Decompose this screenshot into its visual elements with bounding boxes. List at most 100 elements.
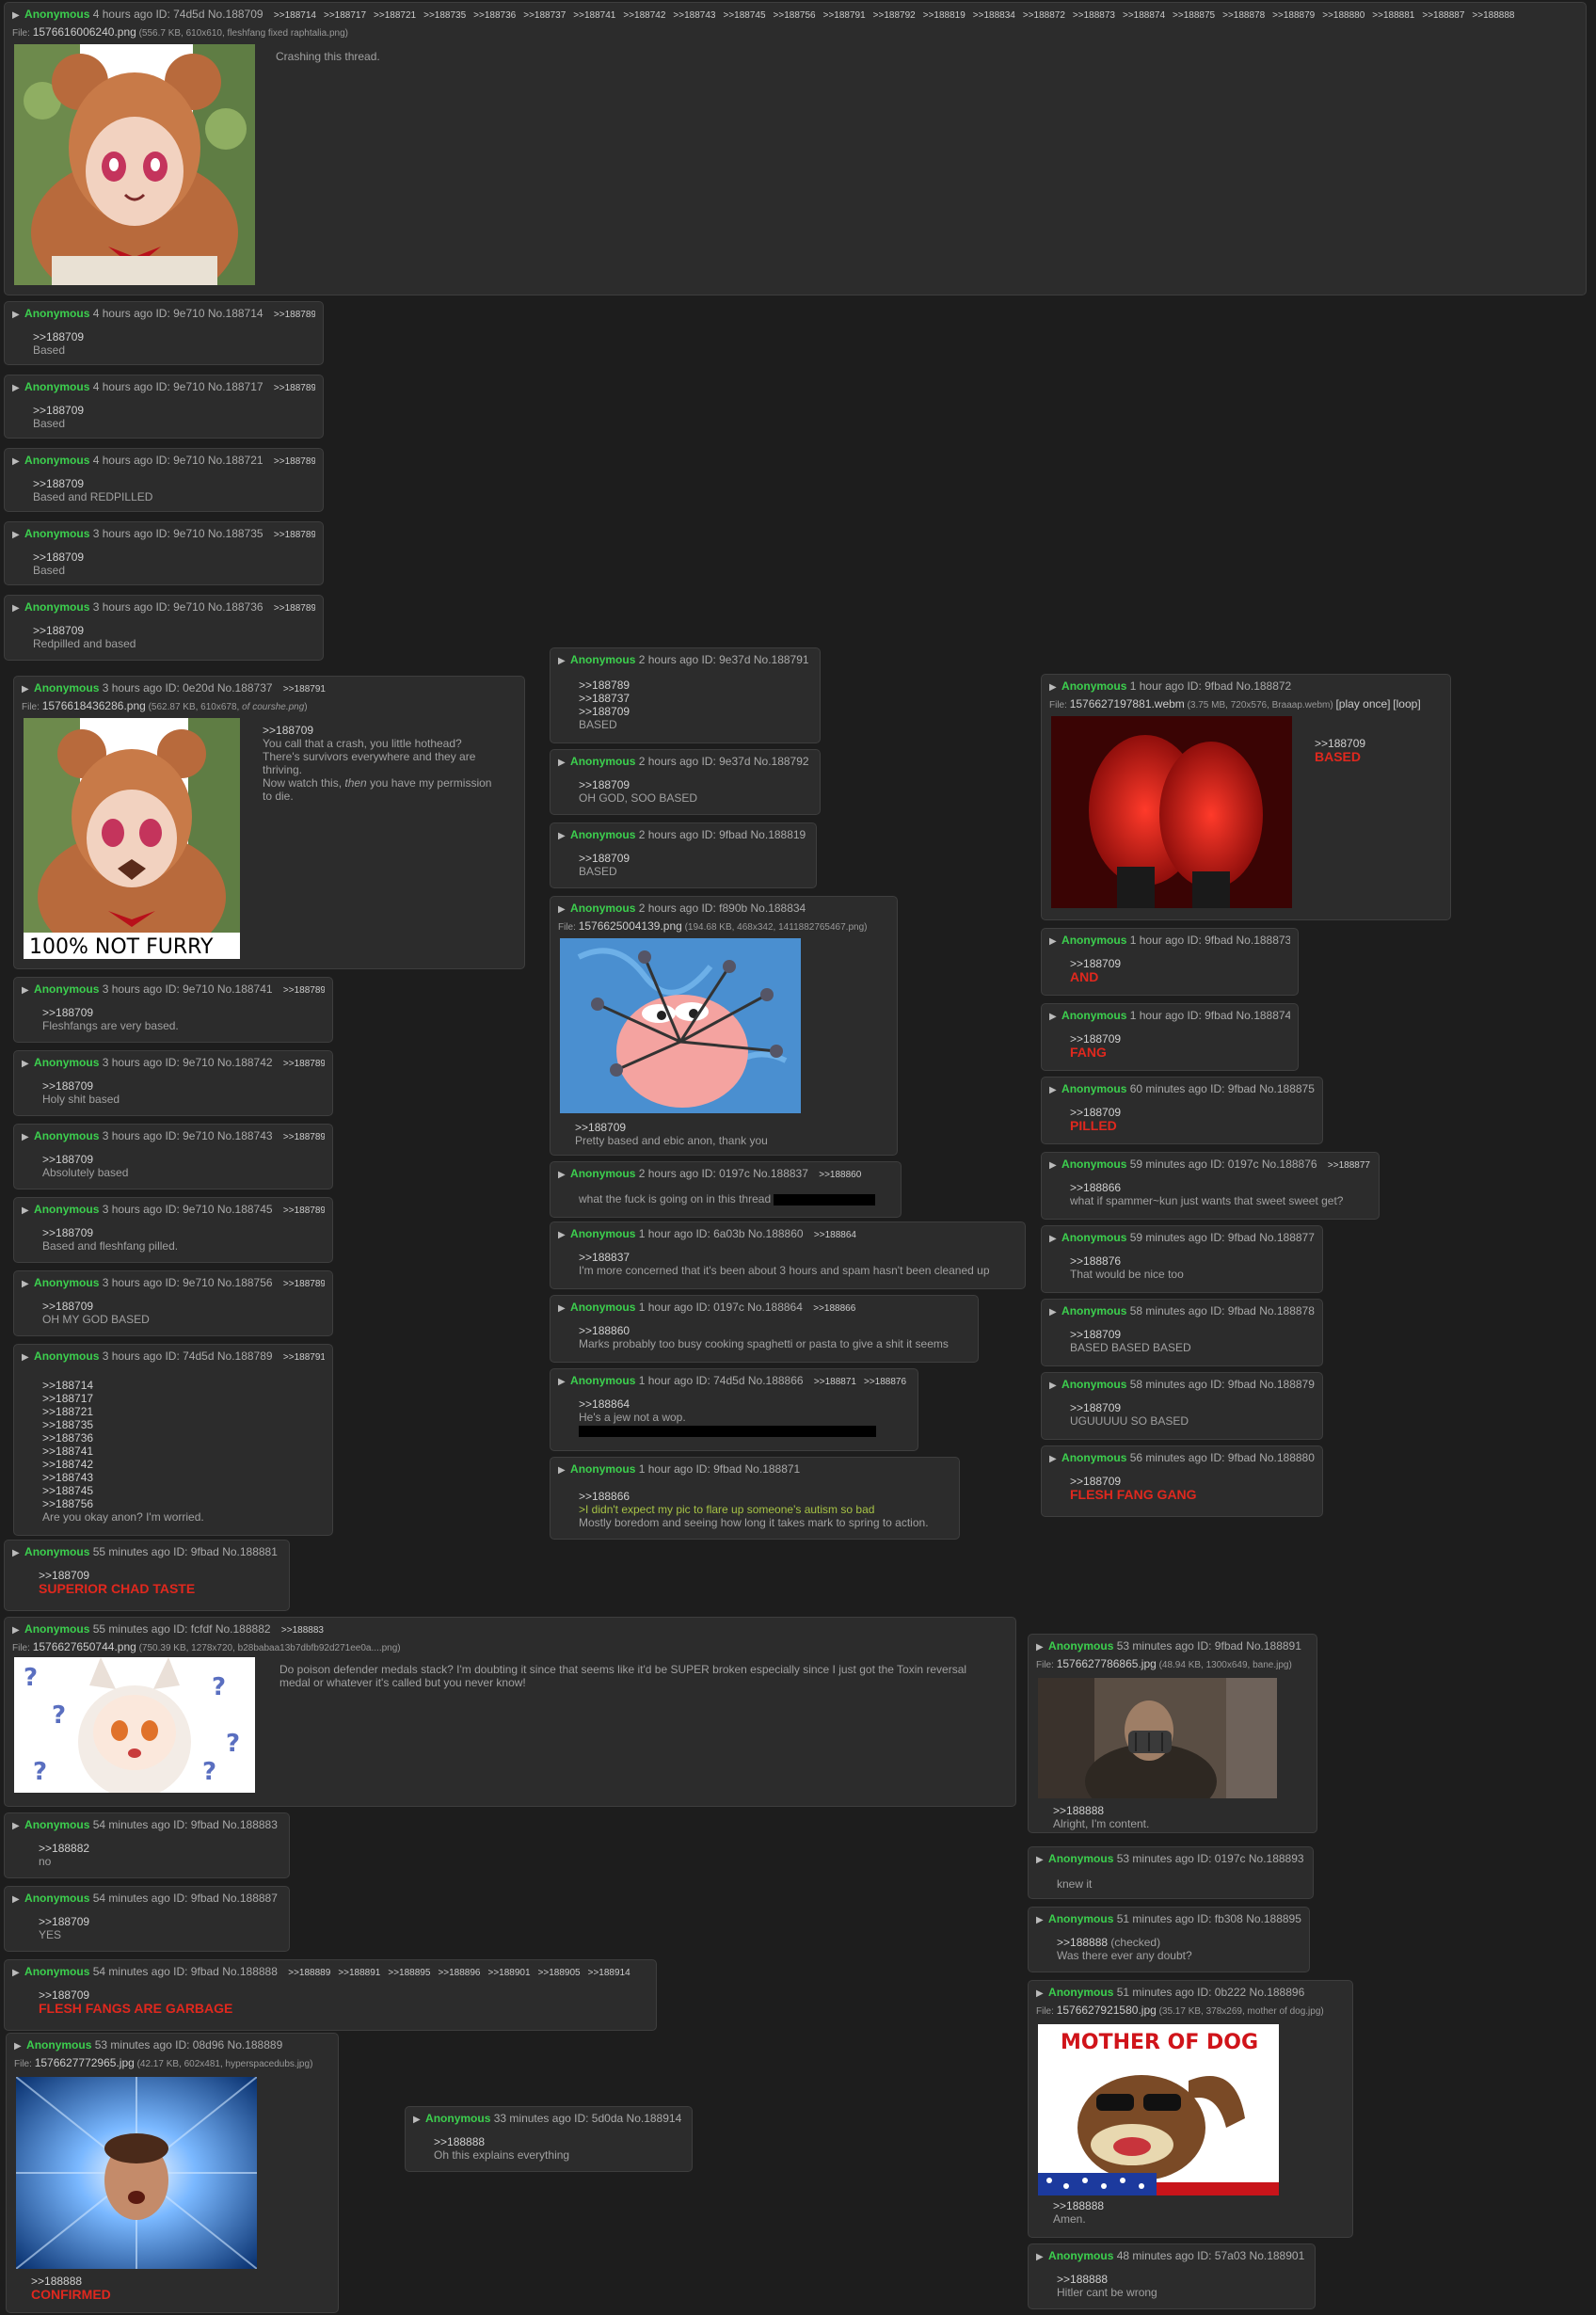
reply-link[interactable]: >>188735 (423, 10, 466, 21)
reply-link[interactable]: >>188880 (1322, 10, 1365, 21)
quote-link[interactable]: >>188866 (579, 1490, 951, 1503)
quote-link[interactable]: >>188709 (1070, 1106, 1315, 1119)
reply-link[interactable]: >>188791 (283, 684, 326, 694)
expand-triangle-icon[interactable]: ▶ (1036, 1988, 1044, 1999)
post-number[interactable]: No.188877 (1259, 1231, 1315, 1244)
quote-link[interactable]: >>188888 (1053, 2199, 1104, 2212)
reply-link[interactable]: >>188789 (274, 456, 315, 467)
reply-link[interactable]: >>188789 (274, 603, 315, 614)
post-number[interactable]: No.188881 (222, 1545, 278, 1558)
expand-triangle-icon[interactable]: ▶ (22, 1279, 29, 1289)
quote-link[interactable]: >>188888 (31, 2275, 111, 2288)
quote-link[interactable]: >>188864 (579, 1397, 910, 1411)
quote-link[interactable]: >>188709 (1070, 1032, 1290, 1046)
quote-link[interactable]: >>188709 (579, 778, 812, 791)
expand-triangle-icon[interactable]: ▶ (1049, 682, 1057, 693)
reply-link[interactable]: >>188879 (1272, 10, 1315, 21)
reply-link[interactable]: >>188791 (283, 1352, 325, 1363)
expand-triangle-icon[interactable]: ▶ (558, 1303, 566, 1314)
reply-link[interactable]: >>188876 (864, 1377, 906, 1387)
play-once-link[interactable]: [play once] (1335, 697, 1390, 710)
quote-link[interactable]: >>188860 (579, 1324, 970, 1337)
poster-id[interactable]: ID: 74d5d (155, 8, 204, 21)
expand-triangle-icon[interactable]: ▶ (1049, 1307, 1057, 1317)
post-number[interactable]: No.188872 (1237, 679, 1292, 693)
quote-link[interactable]: >>188743 (42, 1471, 325, 1484)
quote-link[interactable]: >>188709 (33, 477, 315, 490)
post-number[interactable]: No.188819 (751, 828, 806, 841)
reply-link[interactable]: >>188736 (473, 10, 516, 21)
expand-triangle-icon[interactable]: ▶ (1036, 1915, 1044, 1925)
reply-link[interactable]: >>188717 (324, 10, 366, 21)
op-image-raphtalia[interactable] (14, 44, 255, 285)
quote-link[interactable]: >>188709 (33, 624, 315, 637)
raphtalia-not-furry-image[interactable]: 100% NOT FURRY (24, 718, 240, 959)
webm-thumbnail[interactable] (1051, 716, 1292, 908)
reply-link[interactable]: >>188864 (814, 1230, 856, 1240)
expand-triangle-icon[interactable]: ▶ (1049, 1454, 1057, 1464)
post-number[interactable]: No.188876 (1262, 1158, 1317, 1171)
post-number[interactable]: No.188896 (1250, 1986, 1305, 1999)
quote-link[interactable]: >>188709 (39, 1915, 281, 1928)
quote-link[interactable]: >>188888 (434, 2135, 684, 2148)
reply-link[interactable]: >>188883 (281, 1625, 324, 1636)
reply-link[interactable]: >>188877 (1328, 1160, 1370, 1171)
reply-link[interactable]: >>188895 (388, 1968, 430, 1978)
expand-triangle-icon[interactable]: ▶ (558, 904, 566, 915)
quote-link[interactable]: >>188709 (42, 1226, 325, 1239)
post-number[interactable]: No.188742 (217, 1056, 273, 1069)
quote-link[interactable]: >>188709 (575, 1121, 768, 1134)
quote-link[interactable]: >>188709 (42, 1006, 325, 1019)
post-number[interactable]: No.188737 (217, 681, 273, 694)
expand-triangle-icon[interactable]: ▶ (12, 310, 20, 320)
expand-triangle-icon[interactable]: ▶ (558, 1377, 566, 1387)
quote-link[interactable]: >>188709 (39, 1569, 281, 1582)
reply-link[interactable]: >>188888 (1472, 10, 1514, 21)
reply-link[interactable]: >>188789 (283, 985, 325, 996)
post-number[interactable]: No.188882 (215, 1622, 271, 1636)
expand-triangle-icon[interactable]: ▶ (1049, 1085, 1057, 1095)
quote-link[interactable]: >>188742 (42, 1458, 325, 1471)
post-number[interactable]: No.188893 (1249, 1852, 1304, 1865)
file-link[interactable]: 1576618436286.png (42, 699, 146, 712)
post-number[interactable]: No.188721 (208, 454, 263, 467)
quote-link[interactable]: >>188882 (39, 1842, 281, 1855)
post-number[interactable]: No.188891 (1246, 1639, 1301, 1652)
quote-link[interactable]: >>188866 (1070, 1181, 1371, 1194)
post-number[interactable]: No.188717 (208, 380, 263, 393)
reply-link[interactable]: >>188789 (283, 1205, 325, 1216)
post-number[interactable]: No.188914 (627, 2112, 682, 2125)
quote-link[interactable]: >>188876 (1070, 1254, 1315, 1268)
quote-link[interactable]: >>188888 (1057, 2273, 1307, 2286)
post-number[interactable]: No.188866 (748, 1374, 804, 1387)
reply-link[interactable]: >>188901 (488, 1968, 531, 1978)
patrick-image[interactable] (560, 938, 801, 1113)
post-number[interactable]: No.188743 (217, 1129, 273, 1142)
expand-triangle-icon[interactable]: ▶ (22, 1059, 29, 1069)
mother-of-dog-image[interactable]: MOTHER OF DOG (1038, 2024, 1279, 2195)
post-number[interactable]: No.188735 (208, 527, 263, 540)
quote-link[interactable]: >>188756 (42, 1497, 325, 1510)
expand-triangle-icon[interactable]: ▶ (558, 1465, 566, 1476)
reply-link[interactable]: >>188874 (1123, 10, 1165, 21)
expand-triangle-icon[interactable]: ▶ (1036, 2252, 1044, 2262)
expand-triangle-icon[interactable]: ▶ (22, 1205, 29, 1216)
reply-link[interactable]: >>188860 (819, 1170, 861, 1180)
quote-link[interactable]: >>188721 (42, 1405, 325, 1418)
reply-link[interactable]: >>188789 (274, 530, 315, 540)
post-number[interactable]: No.188873 (1237, 934, 1290, 947)
post-number[interactable]: No.188864 (747, 1301, 803, 1314)
post-number[interactable]: No.188889 (228, 2038, 283, 2052)
expand-triangle-icon[interactable]: ▶ (1049, 1234, 1057, 1244)
quote-link[interactable]: >>188888 (1057, 1936, 1108, 1949)
expand-triangle-icon[interactable]: ▶ (1049, 936, 1057, 947)
reply-link[interactable]: >>188789 (283, 1059, 325, 1069)
quote-link[interactable]: >>188714 (42, 1379, 325, 1392)
reply-link[interactable]: >>188896 (438, 1968, 480, 1978)
file-link[interactable]: 1576627921580.jpg (1057, 2004, 1157, 2017)
reply-link[interactable]: >>188789 (283, 1132, 325, 1142)
post-number[interactable]: No.188714 (208, 307, 263, 320)
post-number[interactable]: No.188879 (1259, 1378, 1315, 1391)
expand-triangle-icon[interactable]: ▶ (22, 1132, 29, 1142)
hyperspace-image[interactable] (16, 2077, 257, 2269)
